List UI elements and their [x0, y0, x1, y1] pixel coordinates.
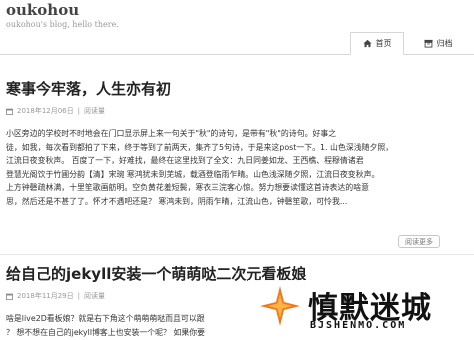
meta-separator: | — [77, 292, 80, 300]
post-meta: 2018年12月06日 | 阅读量 — [6, 106, 105, 116]
calendar-icon — [6, 108, 13, 115]
read-count-label: 阅读量 — [84, 292, 105, 300]
excerpt-line: 江流日夜变秋声。 百度了一下，好难找，最终在这里找到了全文：九日同姜如龙、王西樵… — [6, 156, 364, 165]
meta-separator: | — [77, 107, 80, 115]
post-meta: 2018年11月29日 | 阅读量 — [6, 291, 105, 301]
excerpt-line: 小区旁边的学校时不时地会在门口显示屏上来一句关于"秋"的诗句，是带有"秋"的诗句… — [6, 129, 337, 138]
tab-home-label: 首页 — [375, 39, 392, 48]
excerpt-line: 思，然后还是不甚了了。怀才不遇吧还是？ 寒鸿未到，阴雨乍晴，江流山色，钟磬笙歌，… — [6, 196, 348, 206]
post-date: 2018年11月29日 — [17, 292, 74, 300]
post-excerpt: 小区旁边的学校时不时地会在门口显示屏上来一句关于"秋"的诗句，是带有"秋"的诗句… — [6, 127, 468, 208]
excerpt-line: 登慧光阁饮于竹圃分韵【清】宋琬 寒鸿犹未到芜城，载酒登临雨乍晴。山色浅深随夕照，… — [6, 169, 380, 179]
post-date: 2018年12月06日 — [17, 107, 74, 115]
watermark-site: BJSHENMO.COM — [310, 320, 407, 331]
tab-archive[interactable]: 归档 — [410, 32, 466, 55]
tab-archive-label: 归档 — [436, 39, 453, 48]
archive-icon — [423, 39, 433, 48]
watermark-logo-icon — [260, 286, 300, 326]
calendar-icon — [6, 293, 13, 300]
excerpt-line: 徒，如我，每次看到都拍了下来，终于等到了前两天，集齐了5句诗，于是来这post一… — [6, 142, 394, 152]
post-title[interactable]: 寒事今牢落，人生亦有初 — [6, 78, 171, 99]
excerpt-line: 上方钟磬疏林满，十里笙歌画舫明。空负黄花羞短鬓，寒衣三浣客心惊。努力想要读懂这首… — [6, 183, 369, 192]
read-more-button[interactable]: 阅读更多 — [398, 235, 440, 248]
home-icon — [362, 39, 372, 48]
site-title[interactable]: oukohou — [6, 1, 79, 19]
watermark: 慎默迷城 BJSHENMO.COM — [248, 280, 474, 340]
site-description: oukohou's blog, hello there. — [6, 20, 119, 29]
tab-home[interactable]: 首页 — [350, 32, 404, 55]
post-divider — [0, 254, 474, 255]
read-count-label: 阅读量 — [84, 107, 105, 115]
